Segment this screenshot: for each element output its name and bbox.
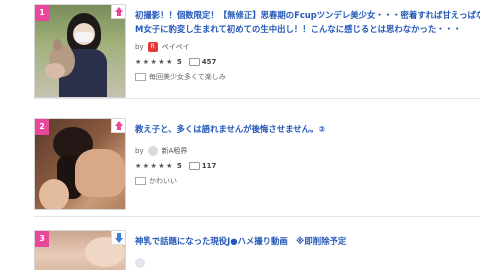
title-line[interactable]: 神乳で話題になった現役J●ハメ撮り動画 ※即削除予定 (135, 234, 480, 248)
avatar-icon (147, 146, 158, 156)
review-row: 毎回美少女多くて楽しみ (135, 72, 480, 82)
item-title[interactable]: 教え子と、多くは語れませんが後悔させません。② (135, 122, 480, 136)
thumbnail-image[interactable]: 3 (34, 230, 126, 270)
author-name[interactable]: 新A租界 (162, 146, 188, 156)
rank-up-arrow-icon (111, 119, 125, 133)
by-label: by (135, 43, 144, 51)
review-row: かわいい (135, 176, 480, 186)
rank-badge: 1 (35, 5, 49, 21)
list-item[interactable]: 1 初撮影！！個数限定！【無修正】思春期のFcupツンデレ美少女・・・密着すれば… (34, 4, 480, 99)
author-row (135, 258, 480, 268)
ranking-list: 1 初撮影！！個数限定！【無修正】思春期のFcupツンデレ美少女・・・密着すれば… (0, 0, 480, 270)
author-name[interactable]: ペイペイ (162, 42, 190, 52)
thumbnail-image[interactable]: 1 (34, 4, 126, 98)
avatar-icon (135, 258, 145, 268)
title-line[interactable]: 初撮影！！個数限定！【無修正】思春期のFcupツンデレ美少女・・・密着すれば甘え… (135, 8, 480, 22)
rank-down-arrow-icon (111, 231, 125, 245)
title-line[interactable]: 教え子と、多くは語れませんが後悔させません。② (135, 122, 480, 136)
comment-count: 117 (201, 162, 217, 170)
author-row: by R ペイペイ (135, 42, 480, 52)
author-badge-icon: R (147, 42, 158, 52)
title-line[interactable]: M女子に豹変し生まれて初めての生中出し！！こんなに感じるとは思わなかった・・・ (135, 22, 480, 36)
rank-badge: 2 (35, 119, 49, 135)
item-title[interactable]: 神乳で話題になった現役J●ハメ撮り動画 ※即削除予定 (135, 234, 480, 248)
stats-row: ★★★★★ 5 457 (135, 58, 480, 66)
author-row: by 新A租界 (135, 146, 480, 156)
rank-up-arrow-icon (111, 5, 125, 19)
list-item[interactable]: 2 教え子と、多くは語れませんが後悔させません。② by 新A租界 ★★★★★ … (34, 118, 480, 217)
by-label: by (135, 147, 144, 155)
review-icon (135, 73, 146, 81)
comment-count: 457 (201, 58, 217, 66)
thumbnail-image[interactable]: 2 (34, 118, 126, 210)
stats-row: ★★★★★ 5 117 (135, 162, 480, 170)
comment-icon (188, 58, 200, 66)
rank-badge: 3 (35, 231, 49, 247)
comment-icon (188, 162, 200, 170)
list-item[interactable]: 3 神乳で話題になった現役J●ハメ撮り動画 ※即削除予定 (34, 230, 480, 270)
review-icon (135, 177, 146, 185)
rating-stars: ★★★★★ (135, 162, 174, 170)
review-text: 毎回美少女多くて楽しみ (149, 73, 226, 81)
rating-score: 5 (176, 162, 182, 170)
rating-stars: ★★★★★ (135, 58, 174, 66)
rating-score: 5 (176, 58, 182, 66)
item-title[interactable]: 初撮影！！個数限定！【無修正】思春期のFcupツンデレ美少女・・・密着すれば甘え… (135, 8, 480, 36)
review-text: かわいい (149, 177, 177, 185)
